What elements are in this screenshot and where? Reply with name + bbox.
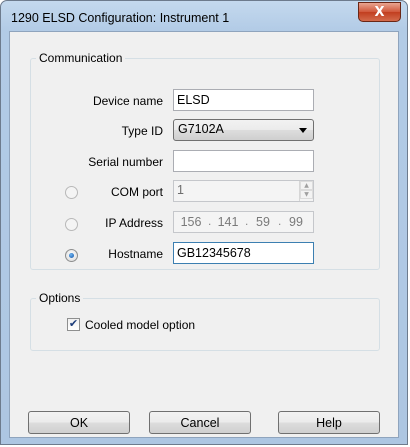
options-group: Options — [30, 291, 380, 351]
device-name-input[interactable] — [173, 89, 314, 111]
ip-address-label: IP Address — [105, 216, 163, 230]
dialog-client-area: Communication Device name Type ID G7102A… — [9, 31, 399, 438]
chevron-down-icon — [299, 128, 307, 133]
cancel-button[interactable]: Cancel — [149, 411, 251, 434]
dialog-window: 1290 ELSD Configuration: Instrument 1 X … — [0, 0, 408, 445]
window-title: 1290 ELSD Configuration: Instrument 1 — [11, 11, 230, 25]
ip-address-radio[interactable] — [65, 218, 78, 231]
ip-octet-2: 141 — [217, 215, 239, 229]
hostname-input[interactable] — [173, 242, 314, 264]
ok-button[interactable]: OK — [28, 411, 130, 434]
close-icon: X — [374, 4, 385, 20]
type-id-dropdown[interactable]: G7102A — [173, 119, 314, 141]
checkmark-icon: ✔ — [68, 318, 79, 330]
ip-separator: . — [245, 214, 249, 228]
ip-separator: . — [208, 214, 212, 228]
ip-separator: . — [278, 214, 282, 228]
serial-number-input[interactable] — [173, 150, 314, 172]
hostname-label: Hostname — [108, 247, 163, 261]
com-port-spin-buttons[interactable]: ▲ ▼ — [299, 181, 313, 201]
type-id-label: Type ID — [121, 124, 163, 138]
close-button[interactable]: X — [358, 2, 401, 22]
ip-octet-3: 59 — [256, 215, 270, 229]
com-port-value: 1 — [177, 183, 184, 197]
title-bar[interactable]: 1290 ELSD Configuration: Instrument 1 X — [1, 1, 407, 31]
options-legend: Options — [39, 291, 81, 305]
communication-legend: Communication — [39, 51, 123, 65]
ip-octet-1: 156 — [180, 215, 202, 229]
serial-number-label: Serial number — [88, 155, 163, 169]
help-button[interactable]: Help — [278, 411, 380, 434]
com-port-radio[interactable] — [65, 186, 78, 199]
spin-down-icon[interactable]: ▼ — [300, 190, 313, 199]
ip-octet-4: 99 — [289, 215, 303, 229]
spin-up-icon[interactable]: ▲ — [300, 181, 313, 190]
cooled-model-checkbox[interactable]: ✔ — [67, 318, 80, 331]
cooled-model-label: Cooled model option — [85, 318, 196, 332]
com-port-spinner[interactable]: 1 — [173, 180, 314, 202]
device-name-label: Device name — [92, 94, 163, 108]
hostname-radio[interactable] — [65, 249, 78, 262]
com-port-label: COM port — [110, 185, 163, 199]
type-id-value: G7102A — [178, 122, 224, 136]
